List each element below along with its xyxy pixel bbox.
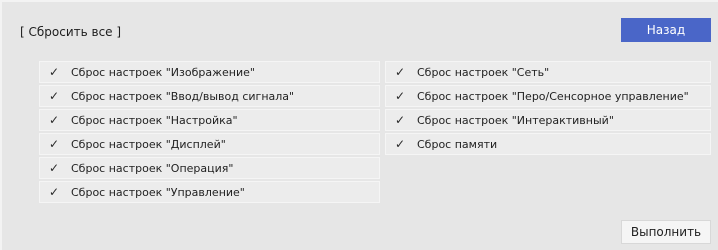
reset-item-image[interactable]: ✓ Сброс настроек "Изображение" — [39, 61, 380, 83]
execute-button[interactable]: Выполнить — [621, 220, 711, 244]
reset-item-operation[interactable]: ✓ Сброс настроек "Операция" — [39, 157, 380, 179]
right-reset-list: ✓ Сброс настроек "Сеть" ✓ Сброс настроек… — [385, 61, 711, 157]
reset-item-label: Сброс настроек "Ввод/вывод сигнала" — [71, 89, 295, 103]
reset-item-label: Сброс настроек "Сеть" — [417, 65, 550, 79]
dialog-title: [ Сбросить все ] — [20, 25, 122, 39]
reset-all-dialog: [ Сбросить все ] Назад ✓ Сброс настроек … — [0, 0, 718, 250]
reset-item-label: Сброс настроек "Дисплей" — [71, 137, 226, 151]
reset-item-label: Сброс настроек "Изображение" — [71, 65, 255, 79]
reset-item-label: Сброс настроек "Перо/Сенсорное управлени… — [417, 89, 689, 103]
reset-item-label: Сброс настроек "Управление" — [71, 185, 245, 199]
reset-item-display[interactable]: ✓ Сброс настроек "Дисплей" — [39, 133, 380, 155]
checkmark-icon: ✓ — [49, 89, 60, 103]
reset-item-network[interactable]: ✓ Сброс настроек "Сеть" — [385, 61, 711, 83]
checkmark-icon: ✓ — [395, 137, 406, 151]
checkmark-icon: ✓ — [395, 89, 406, 103]
reset-item-settings[interactable]: ✓ Сброс настроек "Настройка" — [39, 109, 380, 131]
reset-item-memory[interactable]: ✓ Сброс памяти — [385, 133, 711, 155]
reset-item-signal-io[interactable]: ✓ Сброс настроек "Ввод/вывод сигнала" — [39, 85, 380, 107]
reset-item-interactive[interactable]: ✓ Сброс настроек "Интерактивный" — [385, 109, 711, 131]
reset-item-management[interactable]: ✓ Сброс настроек "Управление" — [39, 181, 380, 203]
checkmark-icon: ✓ — [395, 113, 406, 127]
reset-item-label: Сброс настроек "Операция" — [71, 161, 234, 175]
checkmark-icon: ✓ — [49, 113, 60, 127]
reset-item-label: Сброс настроек "Настройка" — [71, 113, 238, 127]
reset-item-pen-touch[interactable]: ✓ Сброс настроек "Перо/Сенсорное управле… — [385, 85, 711, 107]
left-reset-list: ✓ Сброс настроек "Изображение" ✓ Сброс н… — [39, 61, 380, 205]
checkmark-icon: ✓ — [49, 65, 60, 79]
checkmark-icon: ✓ — [49, 137, 60, 151]
checkmark-icon: ✓ — [395, 65, 406, 79]
back-button[interactable]: Назад — [621, 18, 711, 42]
reset-item-label: Сброс памяти — [417, 137, 498, 151]
checkmark-icon: ✓ — [49, 161, 60, 175]
reset-item-label: Сброс настроек "Интерактивный" — [417, 113, 614, 127]
checkmark-icon: ✓ — [49, 185, 60, 199]
